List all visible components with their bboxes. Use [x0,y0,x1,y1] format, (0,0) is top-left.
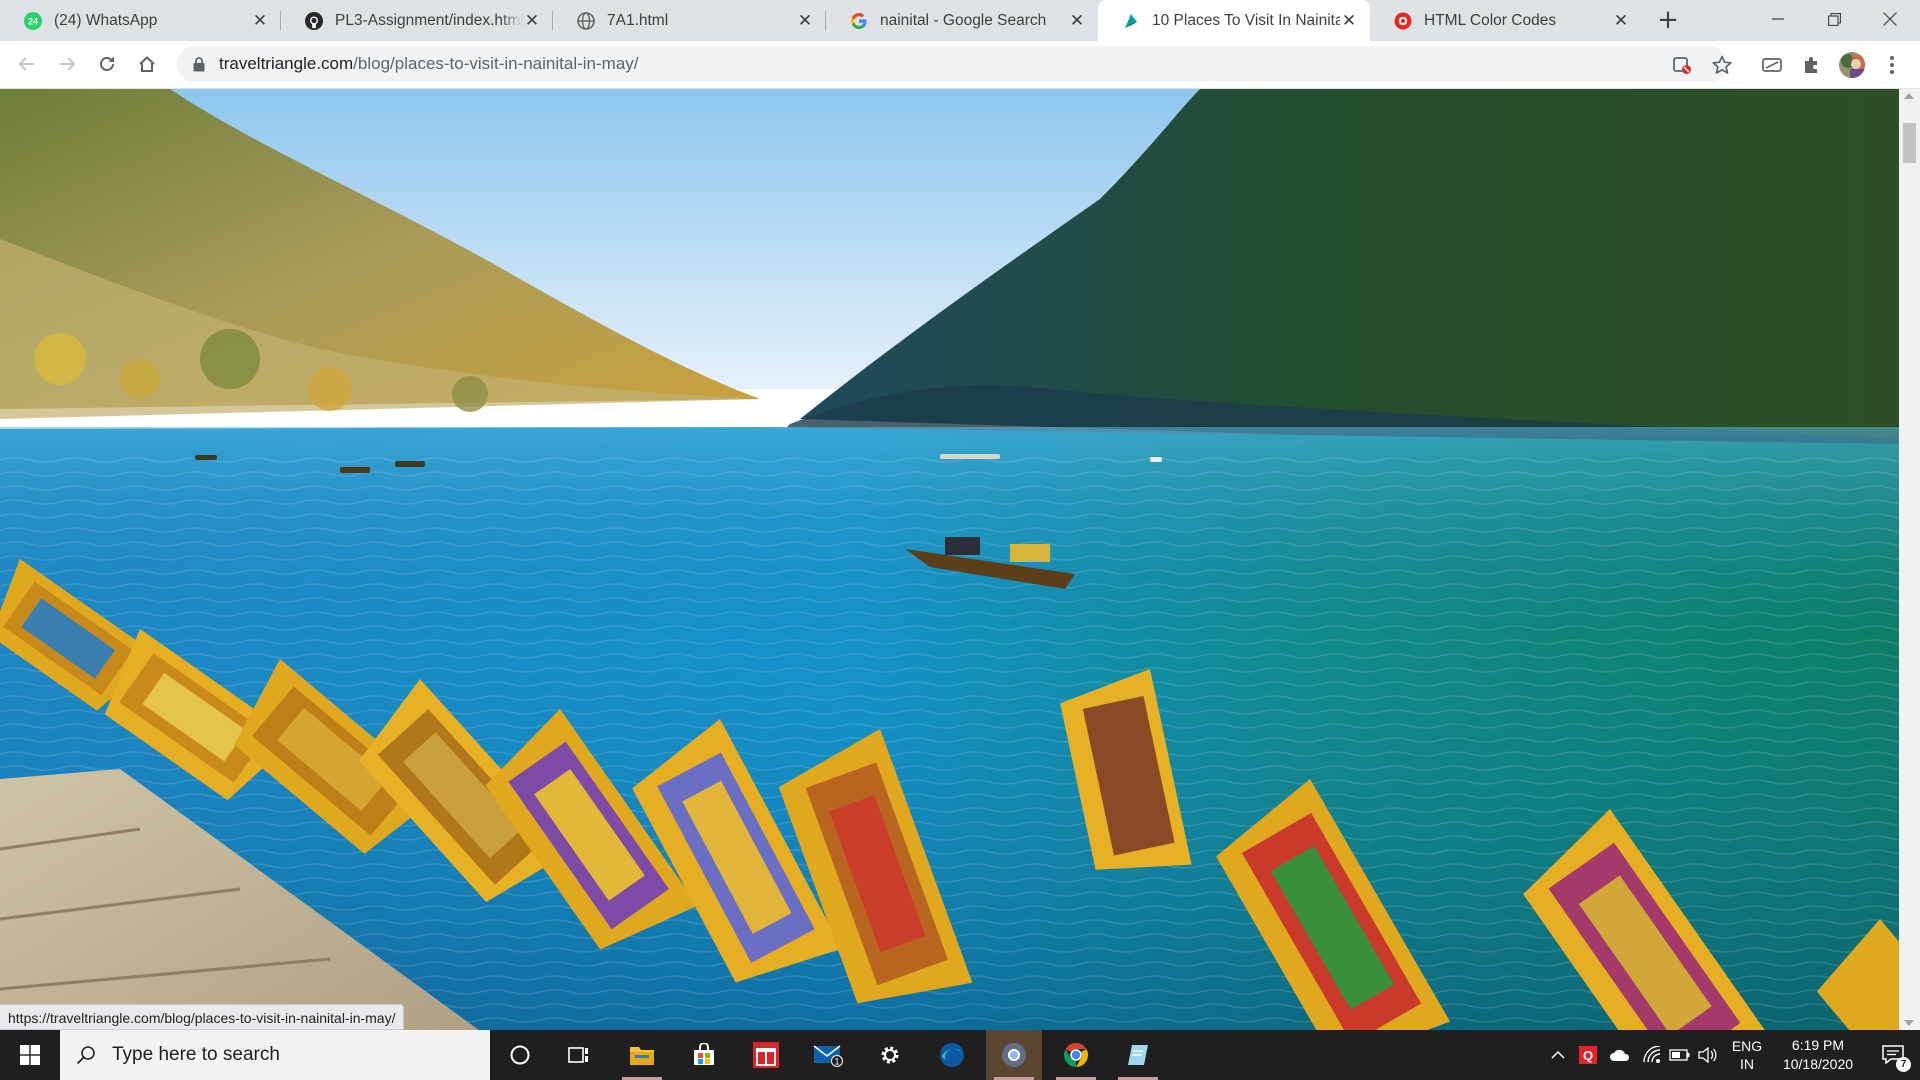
back-arrow-icon [18,57,34,71]
system-clock[interactable]: 6:19 PM 10/18/2020 [1770,1036,1866,1074]
mail-icon[interactable]: 1 [800,1030,856,1080]
close-icon[interactable]: ✕ [523,12,541,30]
url-domain: traveltriangle.com [219,54,354,73]
chrome-canary-icon[interactable] [986,1030,1042,1080]
tab-traveltriangle[interactable]: 10 Places To Visit In Nainital ✕ [1098,0,1370,41]
tab-title: 10 Places To Visit In Nainital [1152,11,1340,29]
url-path: /blog/places-to-visit-in-nainital-in-may… [353,54,639,73]
search-placeholder: Type here to search [112,1044,280,1065]
action-center-button[interactable]: 7 [1866,1030,1920,1080]
language-region: IN [1740,1056,1754,1072]
blocked-content-icon[interactable] [1672,55,1692,75]
notepad-icon[interactable] [1110,1030,1166,1080]
lock-icon[interactable] [191,56,207,72]
tab-github[interactable]: PL3-Assignment/index.html a ✕ [281,0,553,41]
close-icon [1883,12,1897,26]
restore-icon [1827,12,1841,26]
whatsapp-icon: 24 [24,11,42,30]
quick-heal-icon[interactable]: Q [1576,1030,1600,1080]
show-hidden-icons-chevron-icon[interactable] [1546,1030,1570,1080]
extension-reader-icon[interactable] [1760,53,1784,77]
taskbar-search-box[interactable]: Type here to search [60,1030,490,1080]
reload-button[interactable] [90,47,124,81]
chrome-icon[interactable] [1048,1030,1104,1080]
home-button[interactable] [130,47,164,81]
address-bar[interactable]: traveltriangle.com/blog/places-to-visit-… [177,46,1732,82]
page-scrollbar[interactable] [1899,89,1920,1030]
tab-title: PL3-Assignment/index.html a [335,11,523,29]
svg-text:Q: Q [1583,1048,1593,1063]
task-view-icon[interactable] [552,1030,608,1080]
new-tab-button[interactable]: + [1654,6,1682,34]
clock-time: 6:19 PM [1791,1037,1845,1053]
back-button[interactable] [10,47,44,81]
scroll-up-arrow-icon[interactable] [1904,93,1914,99]
htmlcolorcodes-icon [1394,12,1412,30]
tab-title: nainital - Google Search [880,11,1047,29]
forward-button[interactable] [50,47,84,81]
close-icon[interactable]: ✕ [1068,12,1086,30]
file-explorer-icon[interactable] [614,1030,670,1080]
restore-button[interactable] [1806,0,1862,38]
home-icon [139,56,155,72]
tab-whatsapp[interactable]: 24 (24) WhatsApp ✕ [0,0,281,41]
forward-arrow-icon [60,57,76,71]
volume-icon[interactable] [1694,1030,1722,1080]
globe-icon [577,11,595,30]
traveltriangle-icon [1122,12,1140,30]
tab-strip: 24 (24) WhatsApp ✕ PL3-Assignment/index.… [0,0,1920,41]
tab-7a1[interactable]: 7A1.html ✕ [553,0,826,41]
input-language-indicator[interactable]: ENG IN [1722,1037,1772,1073]
start-button[interactable] [0,1030,60,1080]
notification-count-badge: 7 [1896,1057,1911,1072]
tab-title: 7A1.html [607,11,669,29]
cortana-icon[interactable] [492,1030,548,1080]
windows-taskbar: Type here to search 1 Q ENG IN 6:19 PM 1… [0,1030,1920,1080]
svg-text:1: 1 [834,1057,839,1067]
page-viewport [0,89,1899,1030]
onedrive-cloud-icon[interactable] [1606,1030,1634,1080]
language-code: ENG [1731,1038,1763,1054]
minimize-button[interactable] [1750,0,1806,38]
close-window-button[interactable] [1862,0,1918,38]
tab-title: HTML Color Codes [1424,11,1557,29]
svg-text:24: 24 [28,16,38,26]
bookmark-star-icon[interactable] [1712,55,1732,75]
gift-icon[interactable] [738,1030,794,1080]
windows-logo-icon [20,1045,40,1065]
minimize-icon [1772,18,1784,20]
github-icon [305,11,323,30]
clock-date: 10/18/2020 [1782,1056,1854,1072]
hero-image-nainital-lake[interactable] [0,89,1899,1030]
link-status-bubble: https://traveltriangle.com/blog/places-t… [0,1004,405,1030]
tab-google-search[interactable]: nainital - Google Search ✕ [826,0,1098,41]
settings-icon[interactable] [862,1030,918,1080]
close-icon[interactable]: ✕ [1340,12,1358,30]
close-icon[interactable]: ✕ [1612,12,1630,30]
edge-icon[interactable] [924,1030,980,1080]
scroll-thumb[interactable] [1903,123,1916,163]
tab-title: (24) WhatsApp [54,11,158,29]
tab-html-color-codes[interactable]: HTML Color Codes ✕ [1370,0,1642,41]
search-icon [76,1046,95,1065]
browser-toolbar: traveltriangle.com/blog/places-to-visit-… [0,41,1920,89]
reload-icon [100,56,114,71]
google-icon [850,12,868,30]
extensions-puzzle-icon[interactable] [1800,53,1824,77]
battery-icon[interactable] [1666,1030,1694,1080]
chrome-menu-icon[interactable] [1880,53,1904,77]
wifi-icon[interactable] [1638,1030,1666,1080]
store-icon[interactable] [676,1030,732,1080]
close-icon[interactable]: ✕ [251,12,269,30]
scroll-down-arrow-icon[interactable] [1904,1020,1914,1026]
profile-avatar[interactable] [1838,51,1866,79]
url-text[interactable]: traveltriangle.com/blog/places-to-visit-… [219,54,639,74]
close-icon[interactable]: ✕ [796,12,814,30]
